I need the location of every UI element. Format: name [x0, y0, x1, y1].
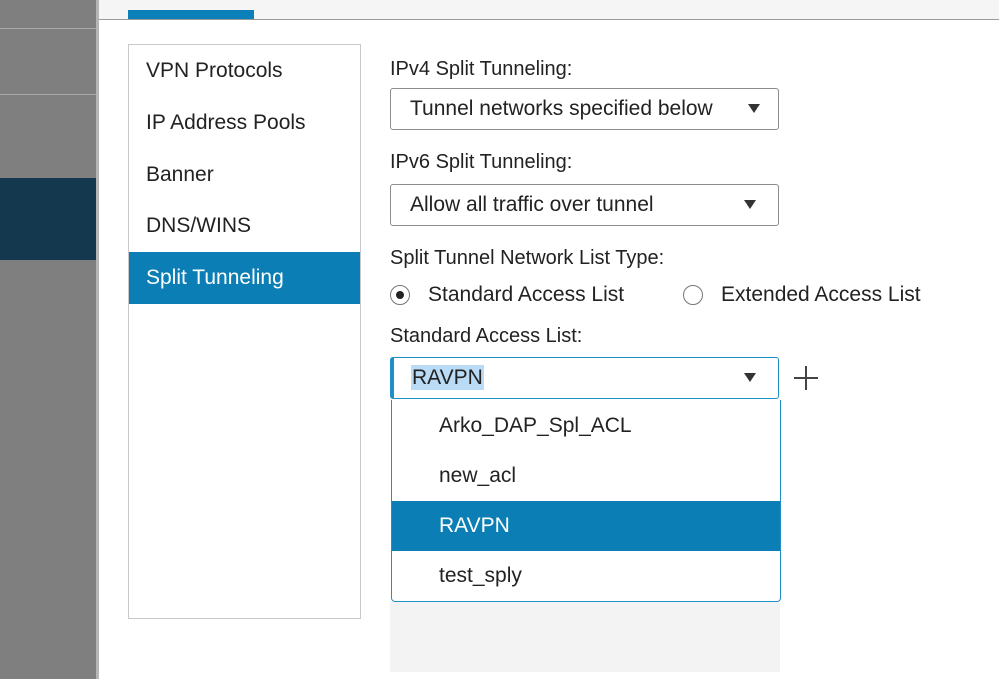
- chevron-down-icon: [748, 104, 760, 113]
- dropdown-option[interactable]: test_sply: [392, 551, 780, 601]
- ipv6-split-tunneling-select[interactable]: Allow all traffic over tunnel: [390, 184, 779, 226]
- obscured-field: [390, 602, 780, 672]
- settings-nav: VPN Protocols IP Address Pools Banner DN…: [128, 44, 361, 619]
- standard-access-list-select[interactable]: RAVPN: [390, 357, 779, 399]
- panel-divider: [96, 0, 99, 679]
- plus-icon-vertical: [805, 366, 807, 390]
- sidebar-divider: [0, 94, 96, 95]
- radio-icon: [390, 285, 410, 305]
- standard-access-list-label: Standard Access List:: [390, 325, 583, 347]
- app-sidebar: [0, 0, 96, 679]
- sidebar-divider: [0, 28, 96, 29]
- dropdown-option[interactable]: Arko_DAP_Spl_ACL: [392, 401, 780, 451]
- plus-icon[interactable]: [794, 366, 818, 390]
- nav-item-ip-address-pools[interactable]: IP Address Pools: [129, 97, 360, 149]
- ipv4-split-tunneling-label: IPv4 Split Tunneling:: [390, 58, 573, 80]
- nav-item-vpn-protocols[interactable]: VPN Protocols: [129, 45, 360, 97]
- dropdown-option[interactable]: new_acl: [392, 451, 780, 501]
- radio-extended-label: Extended Access List: [721, 283, 921, 306]
- ipv4-split-tunneling-select[interactable]: Tunnel networks specified below: [390, 88, 779, 130]
- sidebar-active-item[interactable]: [0, 178, 96, 260]
- nav-item-split-tunneling[interactable]: Split Tunneling: [129, 252, 360, 304]
- nav-item-dns-wins[interactable]: DNS/WINS: [129, 200, 360, 252]
- list-type-label: Split Tunnel Network List Type:: [390, 247, 665, 269]
- nav-item-banner[interactable]: Banner: [129, 149, 360, 201]
- ipv6-split-tunneling-label: IPv6 Split Tunneling:: [390, 151, 573, 173]
- dropdown-option-selected[interactable]: RAVPN: [392, 501, 780, 551]
- standard-access-list-dropdown: Arko_DAP_Spl_ACL new_acl RAVPN test_sply: [391, 400, 781, 602]
- ipv6-split-tunneling-value: Allow all traffic over tunnel: [410, 193, 654, 216]
- radio-icon: [683, 285, 703, 305]
- chevron-down-icon: [744, 200, 756, 209]
- ipv4-split-tunneling-value: Tunnel networks specified below: [410, 97, 713, 120]
- selected-text-highlight: RAVPN: [411, 365, 484, 390]
- chevron-down-icon: [744, 373, 756, 382]
- standard-access-list-value: RAVPN: [411, 358, 484, 398]
- radio-standard-label: Standard Access List: [428, 283, 625, 306]
- radio-checked-dot: [396, 291, 404, 299]
- active-tab-indicator[interactable]: [128, 10, 254, 19]
